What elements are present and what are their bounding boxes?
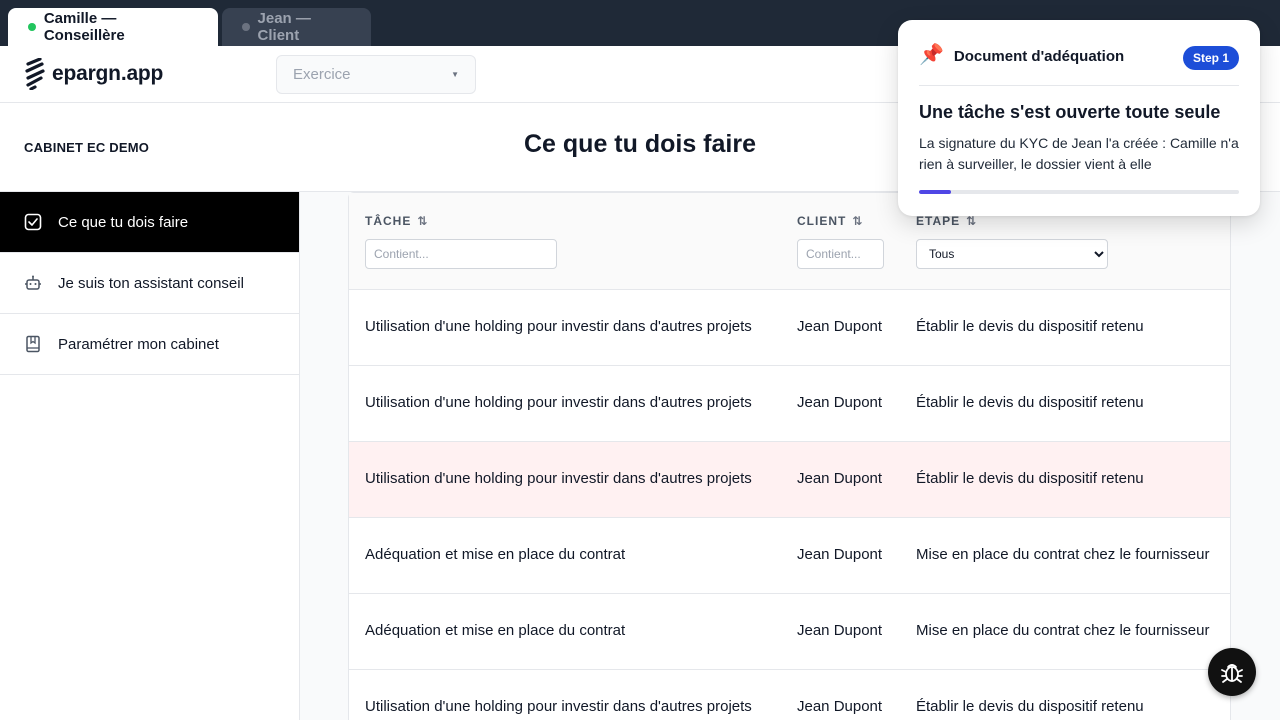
tache-filter-input[interactable] [365,239,557,269]
cell-tache: Adéquation et mise en place du contrat [365,622,626,639]
sort-icon: ⇅ [417,214,429,228]
bug-icon [1221,664,1243,683]
tab-label: Jean — Client [257,10,311,44]
pushpin-icon: 📌 [919,44,944,66]
checkbox-icon [24,213,42,231]
sidebar-item-label: Paramétrer mon cabinet [58,335,219,353]
step-badge: Step 1 [1182,46,1239,70]
column-label: ETAPE [916,214,961,228]
sort-icon: ⇅ [966,214,978,228]
column-label: CLIENT [797,214,847,228]
cell-etape: Mise en place du contrat chez le fournis… [916,546,1210,563]
sort-icon: ⇅ [852,214,864,228]
popover-header: 📌 Document d'adéquation Step 1 [919,42,1239,86]
logo-text: epargn.app [52,62,164,85]
online-status-dot [28,23,36,31]
cell-client: Jean Dupont [797,622,883,639]
table-row[interactable]: Utilisation d'une holding pour investir … [349,366,1230,442]
cell-etape: Mise en place du contrat chez le fournis… [916,622,1210,639]
column-header-client[interactable]: CLIENT ⇅ [797,214,863,228]
etape-filter-select[interactable]: Tous [916,239,1108,269]
client-filter-input[interactable] [797,239,884,269]
cell-client: Jean Dupont [797,318,883,335]
bug-report-button[interactable] [1208,648,1256,696]
table-row[interactable]: Adéquation et mise en place du contrat J… [349,518,1230,594]
cell-etape: Établir le devis du dispositif retenu [916,318,1144,335]
sidebar-item-settings[interactable]: Paramétrer mon cabinet [0,314,299,375]
tab-camille[interactable]: Camille — Conseillère [8,8,218,46]
sidebar-item-label: Je suis ton assistant conseil [58,274,244,292]
table-row[interactable]: Adéquation et mise en place du contrat J… [349,594,1230,670]
book-icon [24,335,42,353]
exercice-select[interactable]: Exercice ▼ [276,55,476,94]
cell-tache: Utilisation d'une holding pour investir … [365,698,752,715]
popover-label: Document d'adéquation [953,48,1125,65]
cell-tache: Utilisation d'une holding pour investir … [365,470,752,487]
tour-progress-bar [919,190,1239,194]
sidebar-item-label: Ce que tu dois faire [58,213,189,231]
cell-etape: Établir le devis du dispositif retenu [916,698,1144,715]
popover-body: La signature du KYC de Jean l'a créée : … [919,135,1239,172]
cell-client: Jean Dupont [797,546,883,563]
cell-tache: Utilisation d'une holding pour investir … [365,318,752,335]
app-logo[interactable]: epargn.app [24,58,163,90]
column-header-tache[interactable]: TÂCHE ⇅ [365,214,428,228]
sidebar-item-assistant[interactable]: Je suis ton assistant conseil [0,253,299,314]
sidebar: Ce que tu dois faire Je suis ton assista… [0,192,300,720]
cell-etape: Établir le devis du dispositif retenu [916,394,1144,411]
offline-status-dot [242,23,250,31]
table-row[interactable]: Utilisation d'une holding pour investir … [349,670,1230,720]
main-content: TÂCHE ⇅ CLIENT ⇅ ETAPE ⇅ Tous Utilisatio… [300,192,1280,720]
cell-client: Jean Dupont [797,394,883,411]
tour-progress-fill [919,190,951,194]
column-label: TÂCHE [365,214,412,228]
column-header-etape[interactable]: ETAPE ⇅ [916,214,977,228]
tasks-table: TÂCHE ⇅ CLIENT ⇅ ETAPE ⇅ Tous Utilisatio… [348,192,1231,720]
sidebar-item-todo[interactable]: Ce que tu dois faire [0,192,299,253]
tour-popover: 📌 Document d'adéquation Step 1 Une tâche… [898,20,1260,216]
caret-down-icon: ▼ [451,70,459,79]
logo-icon [25,58,45,90]
tab-label: Camille — Conseillère [43,10,125,44]
table-row[interactable]: Utilisation d'une holding pour investir … [349,290,1230,366]
cell-tache: Utilisation d'une holding pour investir … [365,394,752,411]
cell-client: Jean Dupont [797,470,883,487]
table-row-highlighted[interactable]: Utilisation d'une holding pour investir … [349,442,1230,518]
cell-tache: Adéquation et mise en place du contrat [365,546,626,563]
robot-icon [24,274,42,292]
exercice-placeholder: Exercice [293,66,351,83]
cell-client: Jean Dupont [797,698,883,715]
tab-jean[interactable]: Jean — Client [222,8,371,46]
cell-etape: Établir le devis du dispositif retenu [916,470,1144,487]
popover-title: Une tâche s'est ouverte toute seule [919,102,1221,122]
